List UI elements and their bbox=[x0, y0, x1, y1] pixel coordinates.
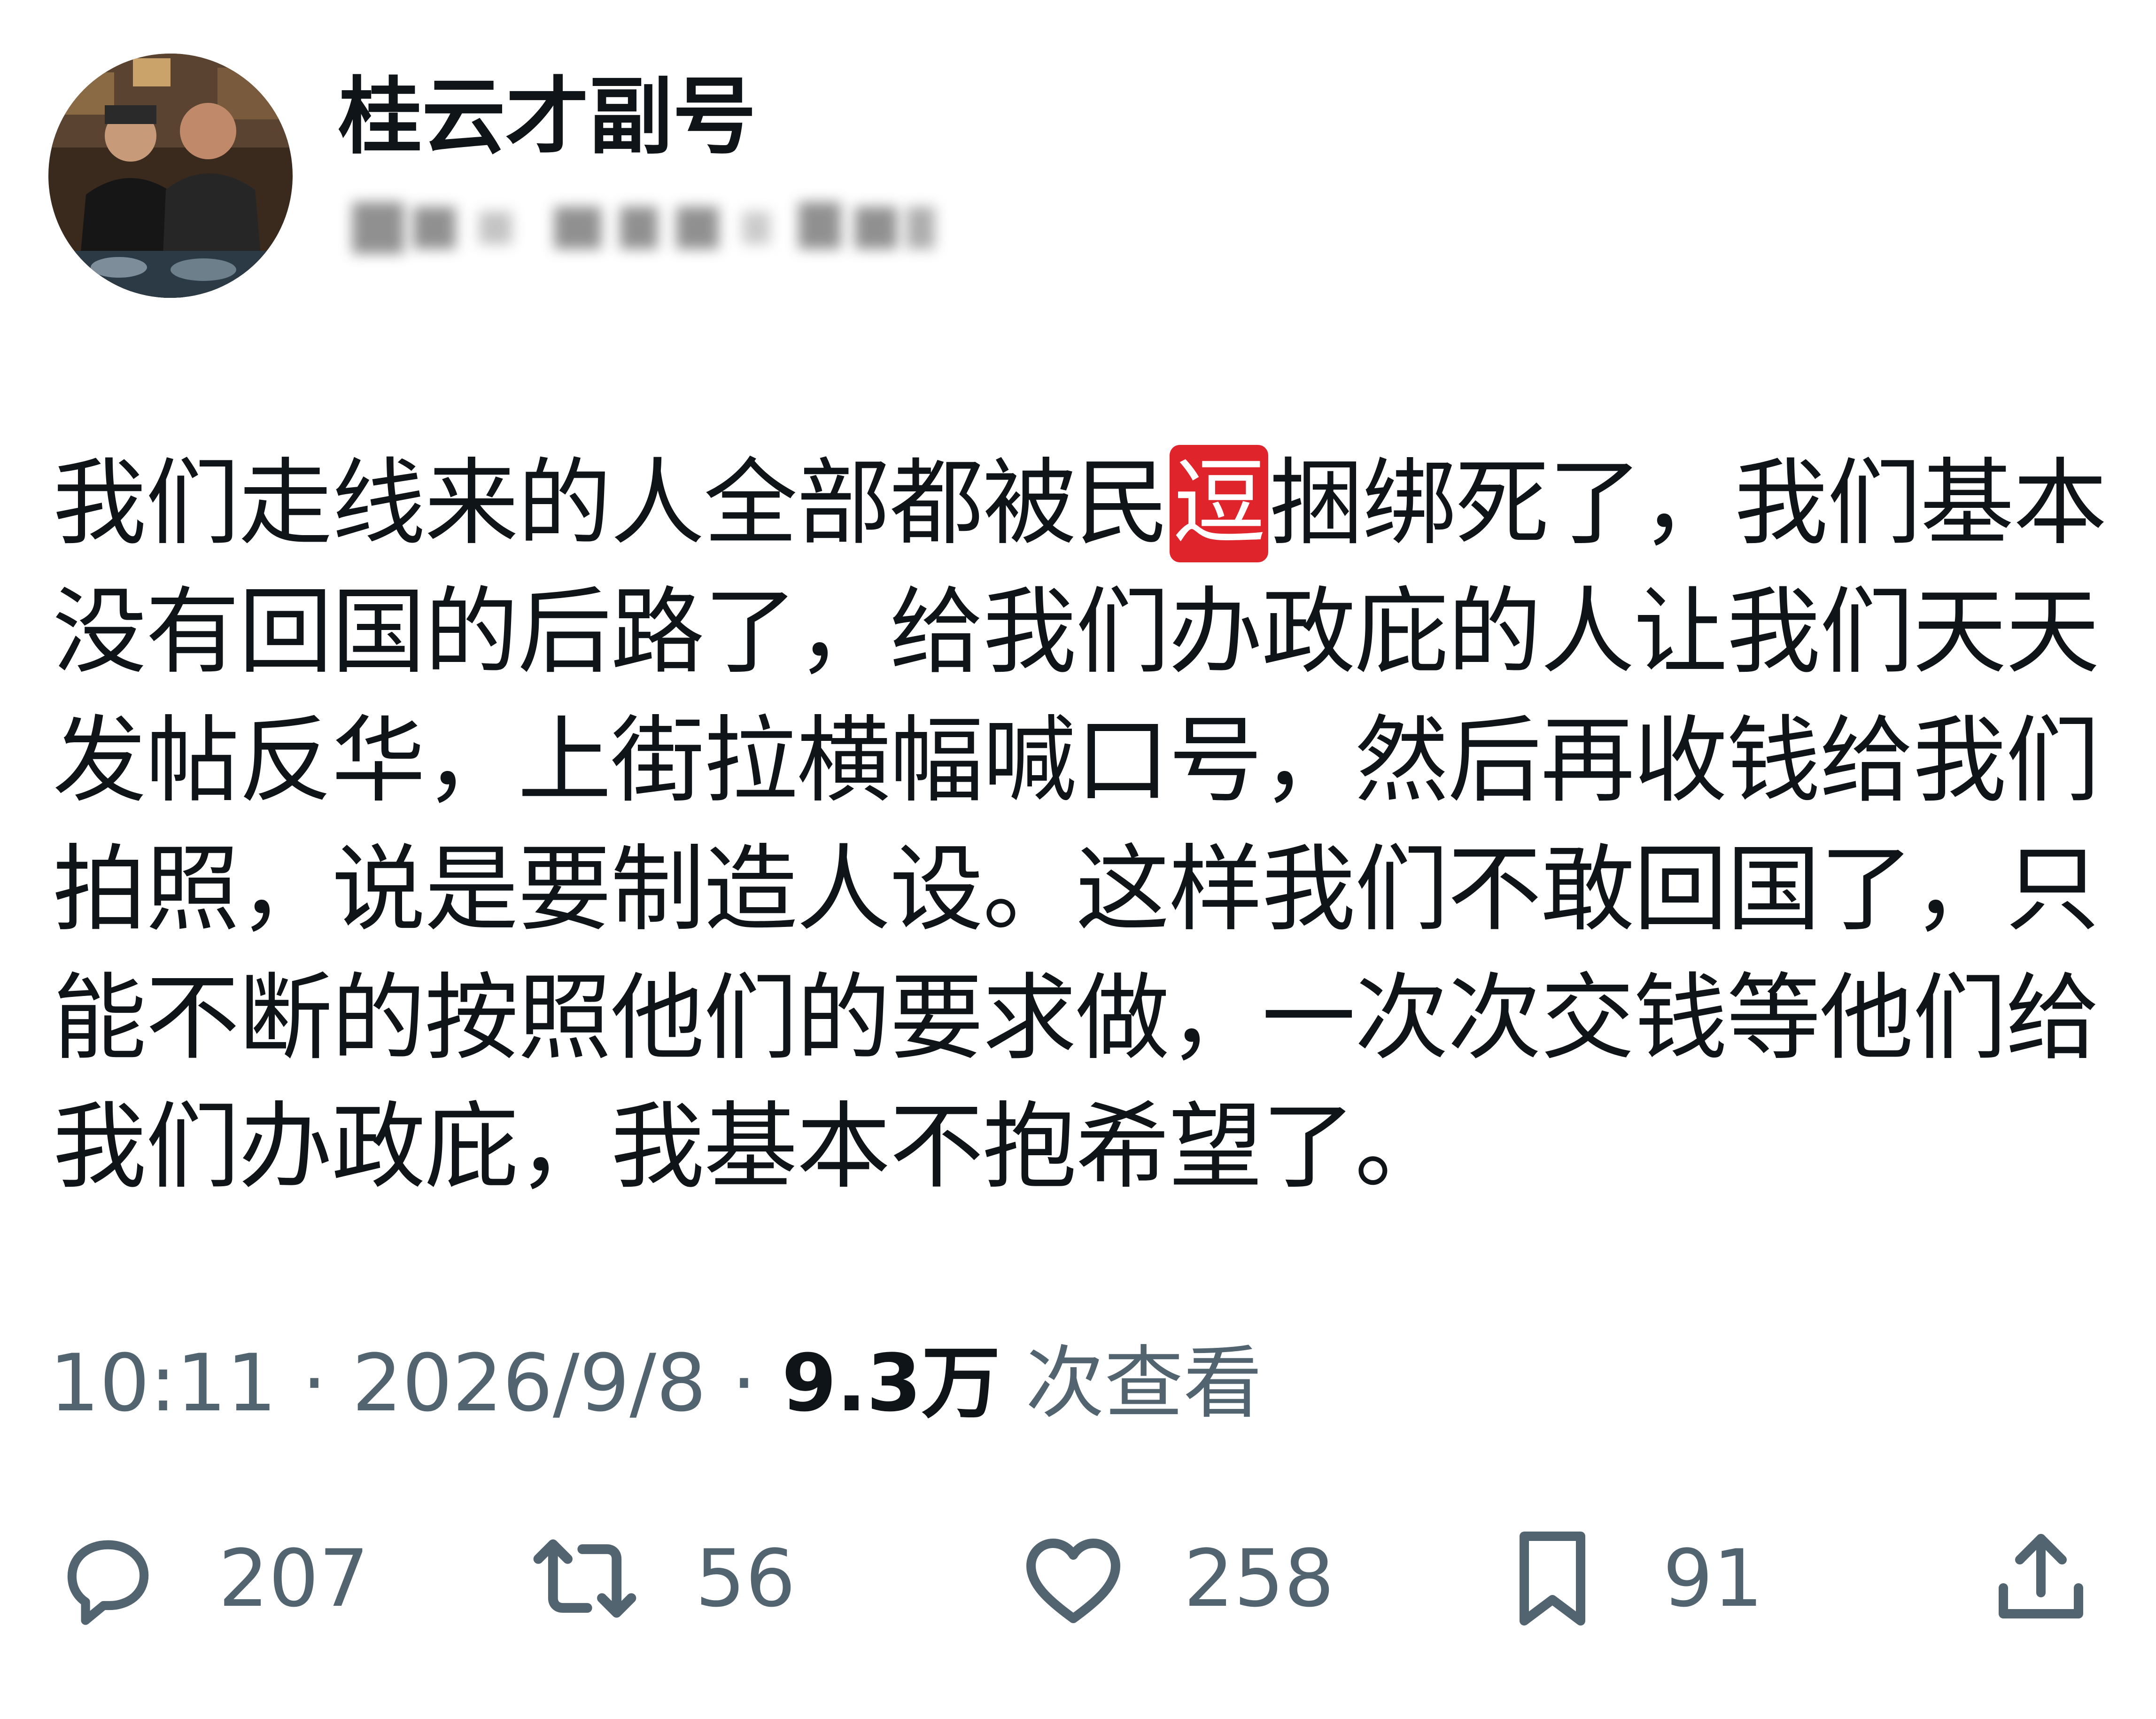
post-time[interactable]: 10:11 bbox=[49, 1337, 277, 1429]
action-bar: 207 56 258 91 bbox=[0, 1513, 2156, 1644]
author-display-name[interactable]: 桂云才副号 bbox=[338, 75, 756, 159]
avatar-photo bbox=[48, 54, 293, 298]
bookmark-button[interactable]: 91 bbox=[1494, 1513, 1763, 1644]
repost-icon bbox=[526, 1520, 644, 1637]
repost-count: 56 bbox=[695, 1532, 796, 1625]
reply-button[interactable]: 207 bbox=[49, 1513, 369, 1644]
share-icon bbox=[1982, 1520, 2100, 1637]
bookmark-icon bbox=[1494, 1520, 1611, 1637]
post-meta: 10:11 · 2026/9/8 · 9.3万 次查看 bbox=[49, 1344, 1262, 1423]
share-button[interactable] bbox=[1982, 1513, 2100, 1644]
post-date[interactable]: 2026/9/8 bbox=[352, 1337, 706, 1429]
like-count: 258 bbox=[1184, 1532, 1334, 1625]
like-button[interactable]: 258 bbox=[1015, 1513, 1334, 1644]
meta-separator: · bbox=[706, 1337, 782, 1429]
reply-count: 207 bbox=[218, 1532, 369, 1625]
bookmark-count: 91 bbox=[1663, 1532, 1763, 1625]
post-text: 我们走线来的人全部都被民逗捆绑死了，我们基本没有回国的后路了，给我们办政庇的人让… bbox=[53, 439, 2119, 1212]
censor-highlight-char: 逗 bbox=[1170, 445, 1269, 562]
like-icon bbox=[1015, 1520, 1132, 1637]
repost-button[interactable]: 56 bbox=[526, 1513, 796, 1644]
views-count: 9.3万 bbox=[782, 1337, 1000, 1429]
post-card: 桂云才副号 我们走线来的人全部都被民逗捆绑死了，我们基本没有回国的后路了，给我们… bbox=[0, 0, 2156, 1719]
meta-separator: · bbox=[277, 1337, 352, 1429]
redacted-handle bbox=[338, 188, 949, 268]
reply-icon bbox=[49, 1520, 167, 1637]
avatar[interactable] bbox=[48, 54, 293, 298]
views-label: 次查看 bbox=[1000, 1337, 1263, 1429]
post-text-part-1: 我们走线来的人全部都被民 bbox=[53, 449, 1170, 558]
post-text-part-2: 捆绑死了，我们基本没有回国的后路了，给我们办政庇的人让我们天天发帖反华，上街拉横… bbox=[53, 449, 2107, 1202]
